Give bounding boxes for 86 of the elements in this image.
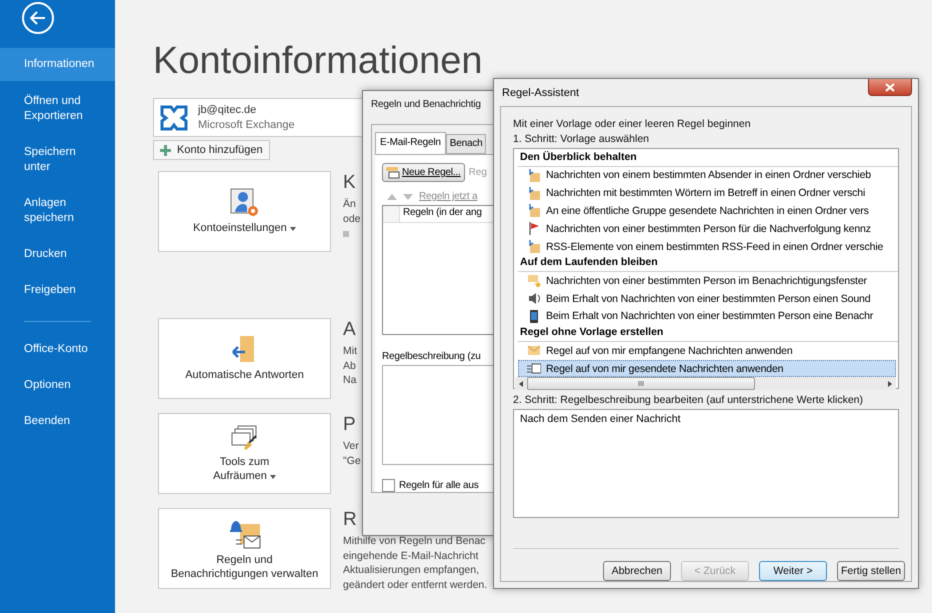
column-header: Regeln (in der ang xyxy=(402,206,483,220)
template-item[interactable]: Nachrichten von einer bestimmten Person für die Nachverfolgung kennz xyxy=(518,220,896,238)
sidebar-item[interactable]: Öffnen und Exportieren xyxy=(0,86,115,132)
horizontal-scrollbar[interactable] xyxy=(515,377,896,390)
sidebar-item[interactable]: Beenden xyxy=(0,406,115,437)
folder-arrow-icon xyxy=(527,204,541,218)
sidebar-item[interactable]: Speichern unter xyxy=(0,137,115,183)
dialog-title: Regel-Assistent xyxy=(501,86,580,99)
template-item[interactable]: Regel auf von mir gesendete Nachrichten anwenden xyxy=(518,360,896,378)
template-item[interactable]: Nachrichten von einer bestimmten Person im Benachrichtigungsfenster xyxy=(518,272,896,290)
scroll-left-icon[interactable] xyxy=(519,380,523,387)
sidebar-item[interactable]: Freigeben xyxy=(0,275,115,306)
folder-mail-icon xyxy=(386,166,400,179)
section-heading: P xyxy=(343,413,357,437)
dialog-button[interactable]: Abbrechen xyxy=(603,561,671,581)
checkbox[interactable] xyxy=(382,479,395,492)
section-button[interactable]: Regeln und Benachrichtigungen verwalten xyxy=(158,508,331,589)
scroll-right-icon[interactable] xyxy=(888,380,892,387)
envelope-icon xyxy=(527,344,541,358)
group-header: Auf dem Laufenden bleiben xyxy=(518,255,898,272)
checkbox-label: Regeln für alle aus xyxy=(399,480,479,492)
template-item[interactable]: An eine öffentliche Gruppe gesendete Nachrichten in einen Ordner vers xyxy=(518,202,896,220)
close-icon xyxy=(885,82,895,92)
account-settings-icon xyxy=(230,188,260,218)
tab[interactable]: E-Mail-Regeln xyxy=(375,132,446,154)
caret-icon xyxy=(270,475,276,479)
section-button[interactable]: Tools zum Aufräumen xyxy=(158,413,331,494)
intro-text: Mit einer Vorlage oder einer leeren Regel beginnen xyxy=(513,117,752,132)
sidebar-item[interactable]: Optionen xyxy=(0,370,115,401)
grip-icon xyxy=(638,381,644,386)
section-heading: K xyxy=(343,171,357,195)
page-title: Kontoinformationen xyxy=(153,39,484,84)
speaker-icon xyxy=(527,292,541,306)
description-label: Regelbeschreibung (zu xyxy=(382,351,482,362)
template-item[interactable]: RSS-Elemente von einem bestimmten RSS-Feed in einen Ordner verschie xyxy=(518,238,896,256)
section-text: eingehende E-Mail-Nachricht xyxy=(343,548,480,563)
caret-icon xyxy=(290,227,296,231)
description-text: Nach dem Senden einer Nachricht xyxy=(520,413,681,425)
arrow-left-icon xyxy=(30,11,46,25)
run-rules-link[interactable]: Regeln jetzt a xyxy=(419,191,478,202)
section-button[interactable]: Kontoeinstellungen xyxy=(158,171,331,252)
template-item[interactable]: Beim Erhalt von Nachrichten von einer bestimmten Person eine Benachr xyxy=(518,308,896,326)
section-text: "Ge xyxy=(343,454,361,468)
exchange-logo-icon xyxy=(160,104,188,132)
template-item[interactable]: Nachrichten von einem bestimmten Absender in einen Ordner verschieb xyxy=(518,166,896,184)
section-text: Aktualisierungen empfangen, xyxy=(343,563,480,578)
add-account-button[interactable]: Konto hinzufügen xyxy=(153,140,270,160)
template-item[interactable]: Beim Erhalt von Nachrichten von einer bestimmten Person einen Sound xyxy=(518,290,896,308)
group-header: Den Überblick behalten xyxy=(518,150,898,166)
close-button[interactable] xyxy=(868,79,912,96)
tab[interactable]: Benach xyxy=(446,134,486,154)
dialog-button[interactable]: Fertig stellen xyxy=(837,561,905,581)
section-heading: R xyxy=(343,508,358,532)
section-text: Na xyxy=(343,373,357,388)
account-type: Microsoft Exchange xyxy=(198,119,295,131)
phone-icon xyxy=(527,310,541,323)
section-text: Mit xyxy=(343,344,357,358)
section-text: Ab xyxy=(343,358,357,373)
section-heading: A xyxy=(343,318,357,342)
folder-arrow-icon xyxy=(527,240,541,254)
group-header: Regel ohne Vorlage erstellen xyxy=(518,325,898,342)
envelope-star-icon xyxy=(527,274,541,288)
section-button[interactable]: Automatische Antworten xyxy=(158,318,331,399)
step-label: 2. Schritt: Regelbeschreibung bearbeiten (auf unterstrichene Werte klicken) xyxy=(513,393,864,408)
sidebar-item[interactable]: Office-Konto xyxy=(0,334,115,365)
plus-icon xyxy=(160,144,171,156)
outgoing-mail-icon xyxy=(527,362,541,376)
dialog-button[interactable]: Weiter > xyxy=(759,561,827,581)
folder-arrow-icon xyxy=(527,168,541,182)
sidebar-item[interactable]: Anlagen speichern xyxy=(0,188,115,234)
sidebar-item[interactable]: Drucken xyxy=(0,239,115,270)
new-rule-button[interactable]: Neue Regel... xyxy=(382,163,465,182)
sidebar-item[interactable]: Informationen xyxy=(0,48,115,81)
section-text: geändert oder entfernt werden. xyxy=(343,578,488,592)
flag-icon xyxy=(527,222,541,236)
folder-arrow-icon xyxy=(527,186,541,200)
section-text: ode xyxy=(343,212,361,226)
section-text: Ver xyxy=(343,439,360,454)
section-text: Än xyxy=(343,197,357,212)
back-button[interactable] xyxy=(22,2,54,34)
account-email: jb@qitec.de xyxy=(198,104,258,116)
step-label: 1. Schritt: Vorlage auswählen xyxy=(513,132,650,147)
template-item[interactable]: Regel auf von mir empfangene Nachrichten anwenden xyxy=(518,342,896,360)
template-item[interactable]: Nachrichten mit bestimmten Wörtern im Betreff in einen Ordner verschi xyxy=(518,184,896,202)
section-text: Mithilfe von Regeln und Benac xyxy=(343,534,486,548)
mail-stack-broom-icon xyxy=(230,424,260,452)
